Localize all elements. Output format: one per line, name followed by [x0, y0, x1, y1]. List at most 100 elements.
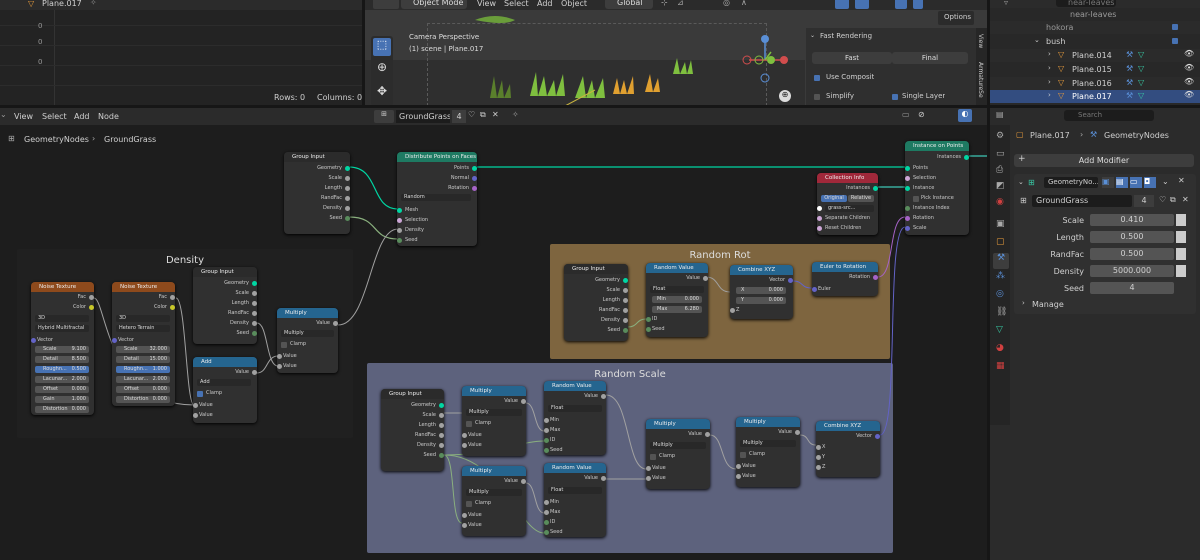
operation-dropdown[interactable]: Multiply [281, 330, 334, 337]
outliner-search[interactable]: near-leaves [1056, 0, 1116, 7]
seed-field[interactable]: 4 [1090, 282, 1174, 294]
snap-icon[interactable]: ⊿ [677, 0, 684, 7]
euler-to-rotation-node[interactable]: Euler to Rotation Rotation Euler [812, 262, 878, 296]
single-layer-checkbox[interactable] [892, 94, 898, 100]
properties-icon[interactable]: ▤ [996, 110, 1004, 119]
fake-user-icon[interactable]: ♡ [1159, 195, 1166, 204]
noise-scale-field[interactable]: Scale 32.000 [116, 346, 170, 353]
noise-roughness-field[interactable]: Roughn... 0.500 [35, 366, 89, 373]
group-input-node[interactable]: Group Input Geometry Scale Length RandFa… [284, 152, 350, 234]
attribute-toggle-icon[interactable] [1176, 231, 1186, 243]
collection-tab-icon[interactable]: ▣ [996, 219, 1005, 229]
noise-lacunarity-field[interactable]: Lacunar... 2.000 [35, 376, 89, 383]
options-dropdown[interactable]: Options [944, 13, 971, 21]
noise-distortion-field[interactable]: Distortion 0.000 [35, 406, 89, 413]
instance-on-points-node[interactable]: Instance on Points Instances Points Sele… [905, 141, 969, 235]
collection-field[interactable]: grass-src... [825, 205, 874, 212]
noise-detail-field[interactable]: Detail 15.000 [116, 356, 170, 363]
render-tab-icon[interactable]: ▭ [996, 149, 1005, 159]
unlink-icon[interactable]: ✕ [1182, 195, 1189, 204]
node-tree-icon[interactable]: ⊞ [374, 110, 394, 123]
operation-dropdown[interactable]: Multiply [466, 409, 522, 416]
expand-icon[interactable]: › [1022, 299, 1025, 307]
simplify-checkbox[interactable] [814, 94, 820, 100]
outliner-row[interactable]: ⌄ bush [990, 35, 1200, 48]
data-type-dropdown[interactable]: Float [650, 286, 704, 293]
use-composit-checkbox[interactable] [814, 75, 820, 81]
multiply-node[interactable]: Multiply Value Multiply Clamp Value Valu… [277, 308, 338, 373]
randfac-field[interactable]: 0.500 [1090, 248, 1174, 260]
falloff-icon[interactable]: ∧ [741, 0, 747, 7]
pin-icon[interactable]: ✧ [90, 0, 97, 7]
navigation-gizmo[interactable] [735, 32, 799, 88]
outliner-row[interactable]: › ▽ Plane.014 ⚒ ▽ 👁 [990, 49, 1200, 62]
pin-icon[interactable]: ✧ [512, 110, 519, 119]
attribute-toggle-icon[interactable] [1176, 265, 1186, 277]
node-overlay-icon[interactable]: ◐ [958, 109, 972, 122]
noise-detail-field[interactable]: Detail 8.500 [35, 356, 89, 363]
data-tab-icon[interactable]: ▽ [996, 325, 1003, 335]
unlink-icon[interactable]: ✕ [492, 110, 499, 119]
operation-dropdown[interactable]: Multiply [466, 489, 522, 496]
xray-icon[interactable] [895, 0, 907, 9]
exclude-checkbox[interactable] [1172, 38, 1178, 44]
menu-object[interactable]: Object [561, 0, 587, 8]
noise-scale-field[interactable]: Scale 9.100 [35, 346, 89, 353]
menu-node[interactable]: Node [98, 112, 119, 121]
x-field[interactable]: X 0.000 [736, 287, 786, 294]
menu-select[interactable]: Select [42, 112, 67, 121]
noise-offset-field[interactable]: Offset 0.000 [35, 386, 89, 393]
original-toggle[interactable]: Original [821, 195, 847, 202]
node-canvas[interactable]: ⊞ GeometryNodes › GroundGrass Density Ra… [0, 125, 987, 560]
snapping-icon[interactable]: ⊘ [918, 110, 925, 119]
render-display-icon[interactable]: ◘ [1144, 177, 1156, 188]
group-input-node[interactable]: Group Input Geometry Scale Length RandFa… [564, 264, 628, 341]
zoom-icon[interactable]: ⊕ [779, 90, 791, 102]
clamp-checkbox[interactable] [197, 391, 203, 397]
clamp-checkbox[interactable] [466, 501, 472, 507]
constraints-tab-icon[interactable]: ⛓ [996, 307, 1007, 317]
overlay-icon[interactable]: ▭ [902, 110, 910, 119]
multiply-node[interactable]: Multiply Value Multiply Clamp Value Valu… [462, 386, 526, 456]
menu-add[interactable]: Add [74, 112, 90, 121]
modifier-tab-icon[interactable]: ⚒ [993, 253, 1009, 269]
overlay-toggle-icon[interactable] [855, 0, 869, 9]
noise-type-dropdown[interactable]: Hetero Terrain [116, 325, 170, 332]
outliner-row[interactable]: › ▽ Plane.016 ⚒ ▽ 👁 [990, 77, 1200, 90]
shading-solid-icon[interactable] [913, 0, 923, 9]
random-value-node[interactable]: Random Value Value Float Min Max ID Seed [544, 463, 606, 537]
duplicate-icon[interactable]: ⧉ [480, 110, 486, 120]
menu-select[interactable]: Select [504, 0, 529, 8]
cursor-tool-icon[interactable]: ⊕ [373, 60, 391, 78]
distribute-points-node[interactable]: Distribute Points on Faces Points Normal… [397, 152, 477, 246]
modifier-name-field[interactable]: GeometryNo... [1044, 177, 1098, 188]
add-node[interactable]: Add Value Add Clamp Value Value [193, 357, 257, 423]
noise-gain-field[interactable]: Gain 1.000 [35, 396, 89, 403]
physics-tab-icon[interactable]: ◎ [996, 289, 1004, 299]
dropdown-icon[interactable]: ⌄ [1162, 177, 1169, 186]
eye-icon[interactable]: 👁 [1184, 63, 1194, 72]
outliner-row[interactable]: › ▽ Plane.015 ⚒ ▽ 👁 [990, 63, 1200, 76]
operation-dropdown[interactable]: Multiply [650, 442, 706, 449]
multiply-node[interactable]: Multiply Value Multiply Clamp Value Valu… [462, 466, 526, 536]
orientation-dropdown[interactable]: Global [605, 0, 653, 9]
noise-roughness-field[interactable]: Roughn... 1.000 [116, 366, 170, 373]
clamp-checkbox[interactable] [650, 454, 656, 460]
outliner-row[interactable]: hokora [990, 21, 1200, 34]
operation-dropdown[interactable]: Add [197, 379, 251, 386]
multiply-node[interactable]: Multiply Value Multiply Clamp Value Valu… [646, 419, 710, 489]
noise-offset-field[interactable]: Offset 0.000 [116, 386, 170, 393]
cage-icon[interactable]: ▤ [1116, 177, 1128, 188]
menu-view[interactable]: View [477, 0, 496, 8]
texture-tab-icon[interactable]: ▦ [996, 361, 1005, 371]
group-input-node[interactable]: Group Input Geometry Scale Length RandFa… [193, 267, 257, 344]
eye-icon[interactable]: 👁 [1184, 77, 1194, 86]
exclude-checkbox[interactable] [1172, 24, 1178, 30]
min-field[interactable]: Min 0.000 [652, 296, 702, 303]
eye-icon[interactable]: 👁 [1184, 49, 1194, 58]
group-input-node[interactable]: Group Input Geometry Scale Length RandFa… [381, 389, 444, 471]
gizmo-toggle-icon[interactable] [835, 0, 849, 9]
particles-tab-icon[interactable]: ⁂ [996, 271, 1005, 281]
relative-toggle[interactable]: Relative [848, 195, 874, 202]
node-tree-name[interactable]: GroundGrass [396, 110, 450, 123]
